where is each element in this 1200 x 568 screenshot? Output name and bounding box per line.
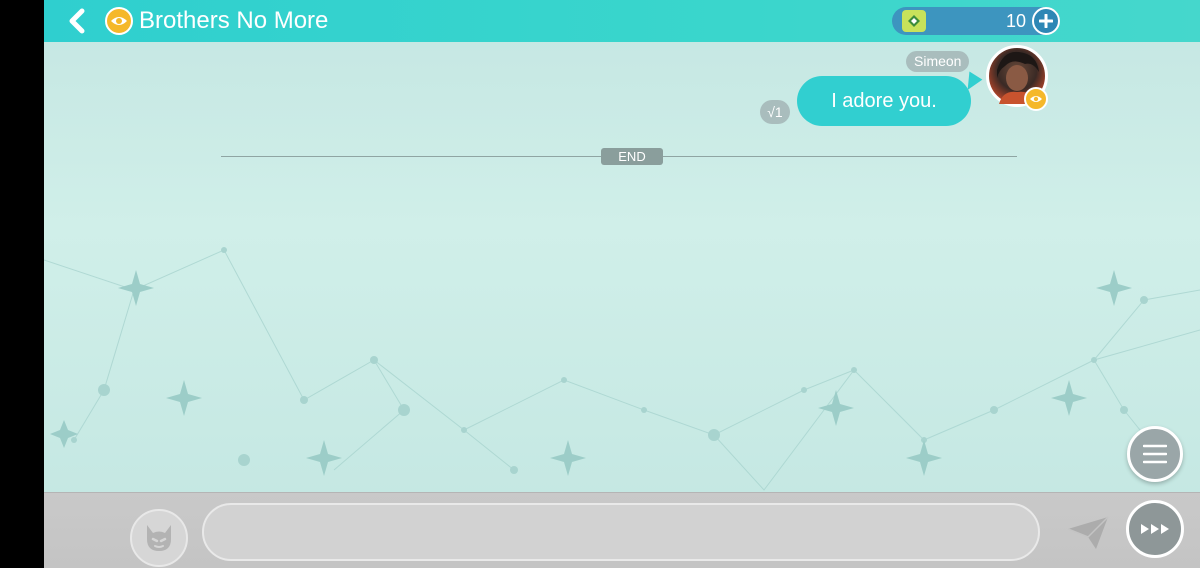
add-currency-button[interactable] [1032,7,1060,35]
sender-name: Simeon [906,51,970,72]
menu-button[interactable] [1127,426,1183,482]
eye-icon [1030,96,1042,102]
eye-icon [111,17,127,25]
chevron-left-icon [69,8,85,34]
currency-value: 10 [1005,11,1026,31]
devil-face-icon [147,525,171,551]
skip-button[interactable] [1126,500,1184,558]
avatar-eye-badge [1024,87,1048,111]
end-label: END [601,148,663,165]
fast-forward-icon [1141,524,1169,534]
read-receipt: √1 [760,100,790,124]
constellation-background [44,247,1200,500]
currency-counter: 10 [892,7,1060,35]
message-input[interactable] [202,503,1040,561]
chapter-eye-badge [105,7,133,35]
page-title: Brothers No More [139,7,329,34]
chat-screen: Brothers No More 10 Simeon I adore you. … [44,0,1200,568]
message-bubble: I adore you. [797,76,971,126]
plus-icon [1039,14,1053,28]
paper-plane-icon [1067,516,1109,549]
send-button[interactable] [1066,515,1110,551]
input-bar [44,492,1200,568]
back-button[interactable] [62,6,92,36]
gem-icon [902,10,926,32]
hamburger-icon [1143,444,1167,464]
header-bar: Brothers No More 10 [44,0,1200,42]
stamp-button[interactable] [130,509,188,567]
